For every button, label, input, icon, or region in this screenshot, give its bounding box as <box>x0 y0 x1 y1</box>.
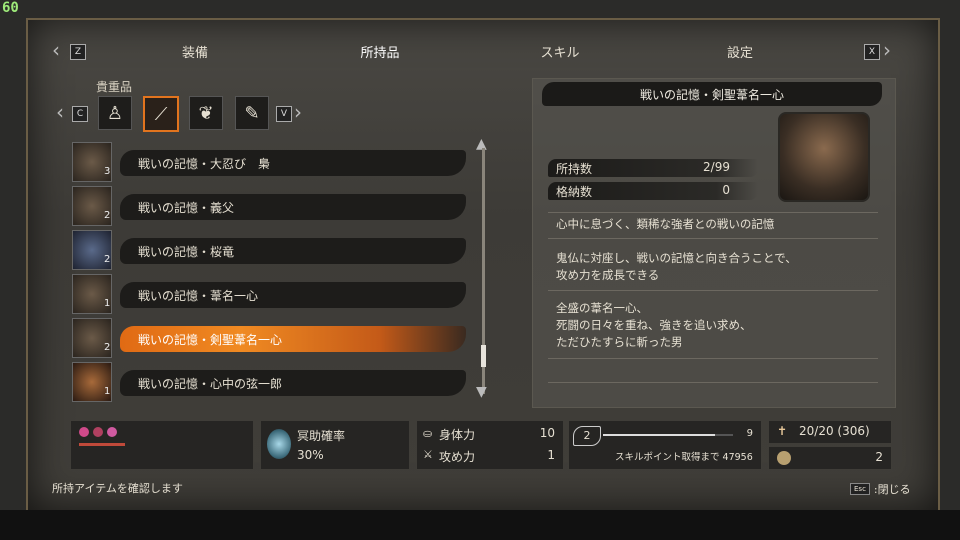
attack-label: 攻め力 <box>439 450 476 464</box>
item-name: 戦いの記憶・大忍び 梟 <box>138 157 271 171</box>
vitality-icon: ⛀ <box>423 427 433 440</box>
blade-icon[interactable]: ⟋ <box>143 96 179 132</box>
divider <box>548 382 878 383</box>
esc-key: Esc <box>850 483 870 495</box>
tab-right-key[interactable]: X <box>864 44 880 60</box>
coins-value: 2 <box>875 450 883 464</box>
aid-spirit-icon <box>267 429 291 459</box>
item-count: 2 <box>104 342 111 353</box>
detail-title: 戦いの記憶・剣聖葦名一心 <box>639 88 784 102</box>
tab-right-arrow-icon[interactable]: › <box>883 38 891 62</box>
scrollbar-thumb[interactable] <box>481 345 486 367</box>
unseen-aid-value: 30% <box>297 448 324 462</box>
unseen-aid-label: 冥助確率 <box>297 429 346 443</box>
tab-label: 所持品 <box>360 45 400 61</box>
list-item[interactable]: 3 戦いの記憶・大忍び 梟 <box>72 142 472 182</box>
coin-icon <box>777 451 791 465</box>
tab-label: 設定 <box>726 45 753 61</box>
description-line: 鬼仏に対座し、戦いの記憶と向き合うことで、 <box>556 251 797 265</box>
health-bar <box>79 443 125 446</box>
description-line: 全盛の葦名一心、 <box>556 301 648 315</box>
list-item[interactable]: 2 戦いの記憶・桜竜 <box>72 230 472 270</box>
item-count: 1 <box>104 386 111 397</box>
vitality-value: 10 <box>539 426 555 440</box>
description-line: 死闘の日々を重ね、強きを追い求め、 <box>556 318 752 332</box>
item-name: 戦いの記憶・義父 <box>138 201 235 215</box>
attack-value: 1 <box>547 448 555 462</box>
divider <box>548 238 878 239</box>
currency-value: 20/20 (306) <box>799 424 870 438</box>
list-item[interactable]: 1 戦いの記憶・心中の弦一郎 <box>72 362 472 402</box>
tab-left-arrow-icon[interactable]: ‹ <box>52 38 60 62</box>
close-label: :閉じる <box>873 483 911 496</box>
tab-label: 装備 <box>181 45 208 61</box>
skill-points-box: 2 9 スキルポイント取得まで 47956 <box>568 420 762 470</box>
skill-points-count: 2 <box>573 426 601 446</box>
screen-bottom-strip <box>0 510 960 540</box>
category-left-arrow-icon[interactable]: ‹ <box>56 100 64 124</box>
category-right-key[interactable]: V <box>276 106 292 122</box>
currency-box: ✝ 20/20 (306) <box>768 420 892 444</box>
list-item[interactable]: 1 戦いの記憶・葦名一心 <box>72 274 472 314</box>
tab-settings[interactable]: 設定 <box>658 36 822 66</box>
status-effect-icon <box>93 427 103 437</box>
tab-label: スキル <box>540 45 580 61</box>
skill-next-value: 47956 <box>722 452 753 463</box>
tab-equipment[interactable]: 装備 <box>118 36 272 66</box>
status-effect-icon <box>107 427 117 437</box>
description-line: 心中に息づく、類稀な強者との戦いの記憶 <box>556 217 775 231</box>
close-button[interactable]: Esc :閉じる <box>850 481 911 497</box>
skill-next-text: スキルポイント取得まで 47956 <box>615 449 753 463</box>
status-effects-box <box>70 420 254 470</box>
item-count: 2 <box>104 210 111 221</box>
item-portrait <box>778 112 870 202</box>
skill-next-label: スキルポイント取得まで <box>615 452 720 463</box>
divider <box>548 212 878 213</box>
held-label: 所持数 <box>556 162 593 176</box>
divider <box>548 290 878 291</box>
description-line: ただひたすらに斬った男 <box>556 335 683 349</box>
item-count: 1 <box>104 298 111 309</box>
scroll-down-icon[interactable]: ▼ <box>476 384 487 400</box>
figure-icon[interactable]: ♙ <box>98 96 132 130</box>
item-name: 戦いの記憶・葦名一心 <box>138 289 259 303</box>
tab-inventory[interactable]: 所持品 <box>298 36 462 66</box>
item-name: 戦いの記憶・桜竜 <box>138 245 235 259</box>
skill-gauge-level: 9 <box>746 428 753 439</box>
stored-value: 0 <box>722 183 730 197</box>
skill-progress-track <box>603 434 733 436</box>
attack-icon: ⚔ <box>423 448 433 461</box>
list-item[interactable]: 2 戦いの記憶・義父 <box>72 186 472 226</box>
tab-left-key[interactable]: Z <box>70 44 86 60</box>
category-label: 貴重品 <box>96 80 133 94</box>
unseen-aid-box: 冥助確率 30% <box>260 420 410 470</box>
bird-icon[interactable]: ❦ <box>189 96 223 130</box>
tab-skills[interactable]: スキル <box>478 36 642 66</box>
status-effect-icon <box>79 427 89 437</box>
stored-label: 格納数 <box>556 185 593 199</box>
category-left-key[interactable]: C <box>72 106 88 122</box>
feather-icon[interactable]: ✎ <box>235 96 269 130</box>
fps-counter: 60 <box>2 0 19 16</box>
footer-hint: 所持アイテムを確認します <box>52 482 183 495</box>
list-item-selected[interactable]: 2 戦いの記憶・剣聖葦名一心 <box>72 318 472 358</box>
item-count: 2 <box>104 254 111 265</box>
held-value: 2/99 <box>703 160 730 174</box>
divider <box>548 358 878 359</box>
item-count: 3 <box>104 166 111 177</box>
item-name: 戦いの記憶・剣聖葦名一心 <box>138 333 283 347</box>
skill-progress-fill <box>603 434 715 436</box>
vitality-label: 身体力 <box>439 428 476 442</box>
item-name: 戦いの記憶・心中の弦一郎 <box>138 377 283 391</box>
attributes-box: ⛀ 身体力 10 ⚔ 攻め力 1 <box>416 420 564 470</box>
healing-gourd-icon: ✝ <box>777 424 788 438</box>
coins-box: 2 <box>768 446 892 470</box>
category-right-arrow-icon[interactable]: › <box>294 100 302 124</box>
description-line: 攻め力を成長できる <box>556 268 660 282</box>
